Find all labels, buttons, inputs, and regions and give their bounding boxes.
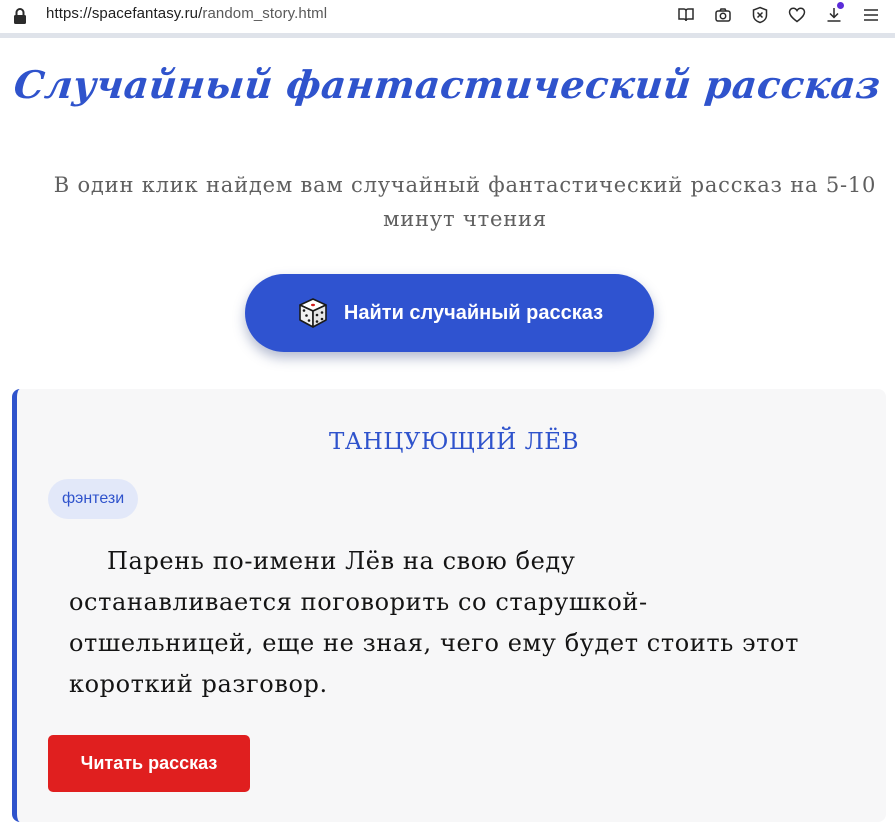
notification-dot (837, 2, 844, 9)
reader-view-icon[interactable] (667, 4, 704, 26)
page-title: Случайный фантастический рассказ (11, 62, 884, 107)
dice-icon (299, 298, 327, 328)
address-bar[interactable]: https://spacefantasy.ru/random_story.htm… (46, 5, 327, 22)
genre-tag[interactable]: фэнтези (48, 479, 139, 519)
screenshot-icon[interactable] (704, 4, 741, 26)
find-random-story-label: Найти случайный рассказ (343, 301, 604, 324)
download-icon[interactable] (815, 2, 852, 26)
page-subtitle: В один клик найдем вам случайный фантаст… (53, 173, 877, 231)
story-title: ТАНЦУЮЩИЙ ЛЁВ (329, 429, 579, 455)
read-story-button[interactable]: Читать рассказ (48, 735, 250, 792)
story-card: ТАНЦУЮЩИЙ ЛЁВ фэнтези Парень по-имени Лё… (12, 389, 886, 822)
menu-icon[interactable] (852, 4, 889, 26)
lock-icon (14, 8, 26, 24)
find-random-story-button[interactable]: Найти случайный рассказ (245, 274, 654, 352)
url-path: random_story.html (202, 5, 328, 22)
heart-icon[interactable] (778, 4, 815, 26)
url-domain: https://spacefantasy.ru/ (46, 5, 203, 22)
shield-icon[interactable] (741, 4, 778, 26)
browser-toolbar: https://spacefantasy.ru/random_story.htm… (0, 0, 895, 38)
story-excerpt: Парень по-имени Лёв на свою беду останав… (69, 547, 799, 698)
toolbar-icons (667, 2, 889, 26)
